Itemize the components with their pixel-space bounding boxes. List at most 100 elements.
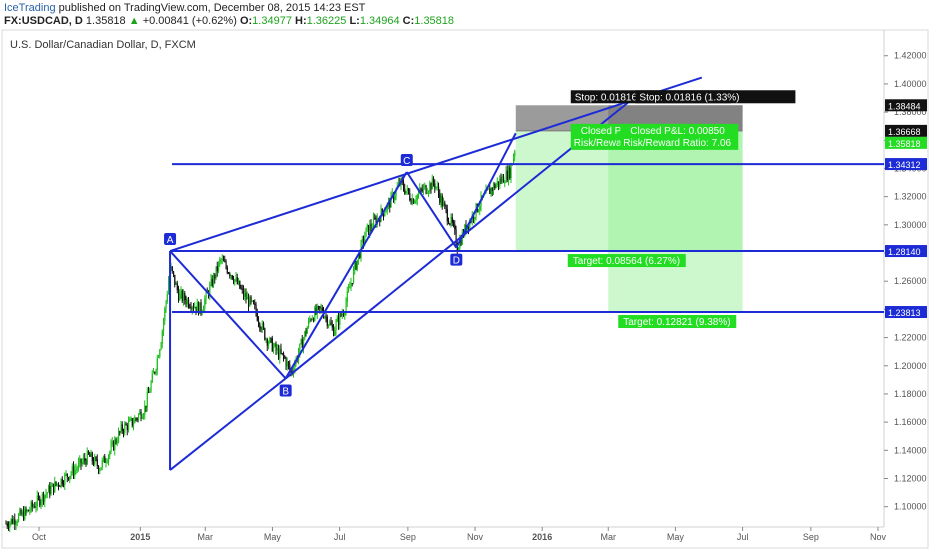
candle-body [283, 353, 285, 357]
candle-body [411, 199, 413, 204]
candle-body [50, 486, 52, 495]
candle-body [454, 224, 456, 230]
candle-body [320, 307, 322, 309]
x-tick-label: Sep [803, 532, 819, 542]
candle-body [29, 510, 31, 512]
target-zone[interactable] [608, 130, 743, 313]
candle-body [185, 300, 187, 305]
candle-body [39, 497, 41, 506]
candle-body [219, 259, 221, 263]
candle-body [38, 495, 40, 498]
x-tick-label: 2015 [130, 532, 150, 542]
candle-body [424, 185, 426, 187]
scale-price-label: 1.36668 [888, 127, 921, 137]
candle-body [128, 421, 130, 431]
candle-body [59, 485, 61, 487]
price-axis[interactable]: 1.420001.400001.380001.360001.340001.320… [884, 51, 927, 512]
trend-line[interactable] [455, 132, 517, 249]
pattern-point-label: B [282, 386, 289, 397]
candle-body [55, 481, 57, 485]
candle-body [514, 151, 516, 157]
candle-body [234, 279, 236, 283]
candle-body [326, 316, 328, 326]
candle-body [274, 343, 276, 347]
candle-body [241, 288, 243, 290]
trend-line[interactable] [169, 377, 287, 471]
candle-body [269, 337, 271, 343]
candle-body [149, 391, 151, 393]
candle-body [500, 178, 502, 182]
candle-body [305, 331, 307, 334]
candle-body [184, 293, 186, 301]
trend-line[interactable] [405, 171, 458, 249]
candle-body [441, 195, 443, 207]
trend-line[interactable] [284, 171, 408, 379]
target-label: Target: 0.12821 (9.38%) [623, 317, 730, 328]
candle-body [229, 273, 231, 276]
stop-label: Stop: 0.01816 (1.33%) [639, 92, 739, 103]
candle-body [250, 296, 252, 301]
candle-body [54, 481, 56, 493]
candle-body [404, 188, 406, 194]
candle-body [49, 486, 51, 495]
candle-body [414, 201, 416, 204]
candle-body [236, 277, 238, 284]
y-tick-label: 1.12000 [894, 473, 927, 483]
candle-body [174, 274, 176, 285]
candle-body [443, 202, 445, 207]
candle-body [370, 224, 372, 229]
candle-body [259, 323, 261, 329]
candle-body [120, 424, 122, 432]
candle-body [230, 275, 232, 277]
candle-body [135, 418, 137, 420]
candle-body [261, 323, 263, 331]
candle-body [101, 460, 103, 468]
candle-body [314, 308, 316, 321]
candle-body [319, 306, 321, 309]
candle-body [160, 343, 162, 350]
candle-body [213, 274, 215, 286]
candle-body [474, 217, 476, 219]
scale-price-label: 1.35818 [888, 139, 921, 149]
candle-body [488, 188, 490, 190]
candle-body [61, 478, 63, 485]
candle-body [175, 283, 177, 285]
candle-body [365, 227, 367, 237]
candle-body [221, 258, 223, 260]
candle-body [300, 339, 302, 344]
candle-body [178, 290, 180, 301]
candle-body [121, 424, 123, 431]
candle-body [394, 195, 396, 200]
y-tick-label: 1.22000 [894, 333, 927, 343]
candle-body [138, 414, 140, 420]
x-tick-label: Jul [334, 532, 346, 542]
candle-body [279, 348, 281, 359]
candle-body [328, 325, 330, 327]
candle-body [18, 514, 20, 522]
candle-body [351, 283, 353, 285]
candle-body [24, 508, 26, 520]
candle-body [31, 502, 33, 507]
candle-body [134, 418, 136, 424]
candle-body [513, 156, 515, 164]
candle-body [58, 483, 60, 486]
candle-body [140, 411, 142, 419]
candle-body [118, 431, 120, 442]
candle-body [70, 473, 72, 476]
candle-body [494, 184, 496, 189]
candle-body [434, 183, 436, 188]
time-axis[interactable]: Oct 2015 Mar May Jul Sep Nov 2016 Mar May Jul Sep No… [32, 527, 886, 542]
candle-body [258, 320, 260, 324]
candle-body [218, 262, 220, 272]
candle-body [69, 475, 71, 480]
price-chart[interactable]: U.S. Dollar/Canadian Dollar, D, FXCM A B C… [0, 0, 932, 550]
candle-body [203, 308, 205, 311]
candle-body [245, 293, 247, 300]
candle-body [425, 185, 427, 194]
candle-body [71, 466, 73, 474]
candle-body [449, 223, 451, 225]
candle-body [11, 518, 13, 524]
candle-body [103, 456, 105, 461]
candle-body [231, 275, 233, 280]
candle-body [284, 356, 286, 359]
